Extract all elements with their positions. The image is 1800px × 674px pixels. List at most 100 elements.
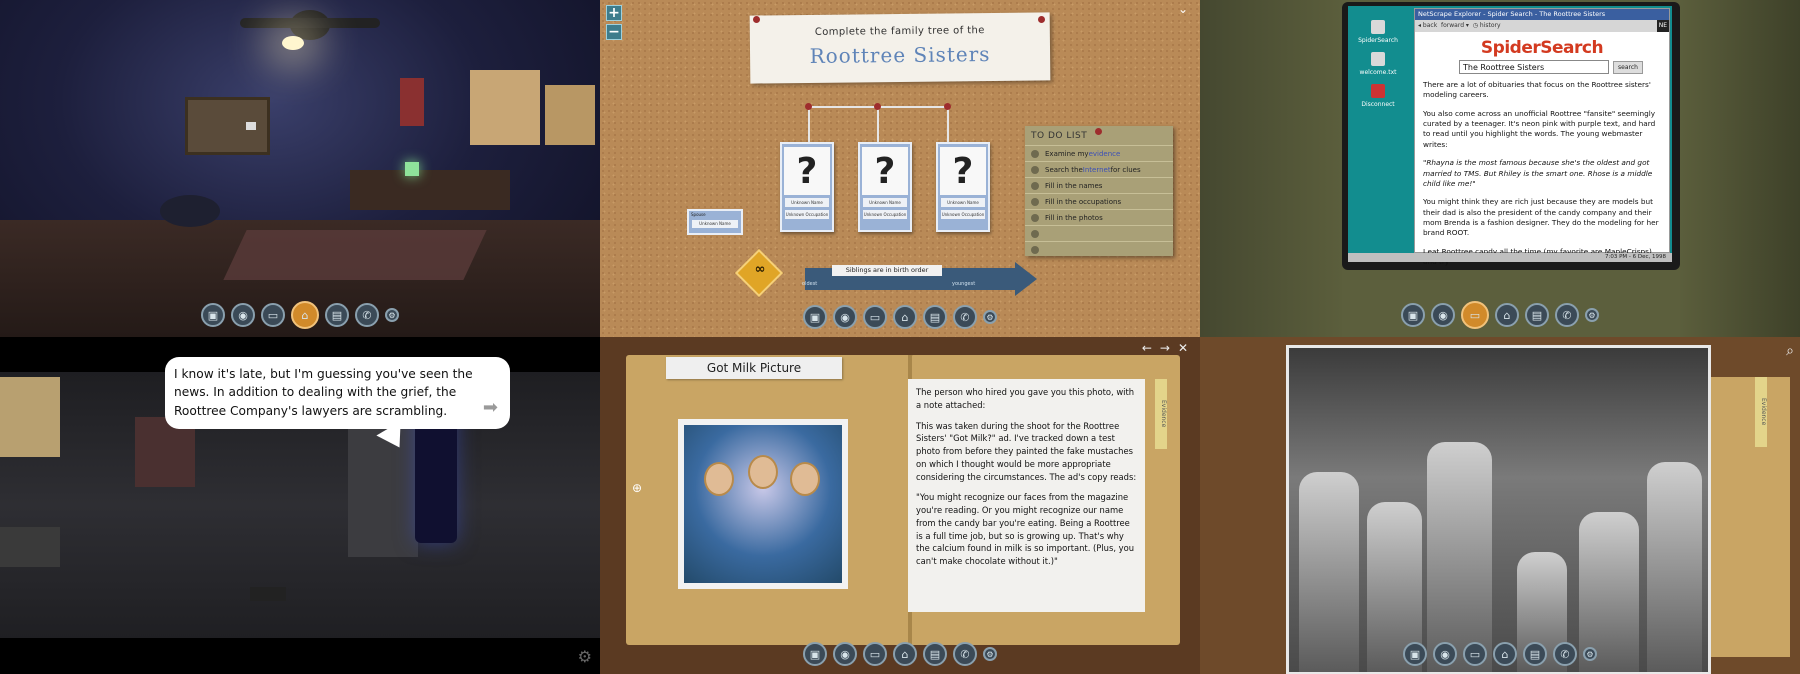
home-icon[interactable]: ⌂	[893, 642, 917, 666]
computer-icon[interactable]: ▭	[863, 642, 887, 666]
bedroom-scene[interactable]: ▣ ◉ ▭ ⌂ ▤ ✆ ⚙	[0, 0, 600, 337]
sibling-card-3[interactable]: ? Unknown Name Unknown Occupation	[936, 142, 990, 232]
sibling-card-1[interactable]: ? Unknown Name Unknown Occupation	[780, 142, 834, 232]
pin-icon	[874, 103, 881, 110]
spidersearch-desktop-icon[interactable]: SpiderSearch	[1353, 20, 1403, 44]
family-tree-board: + − ⌄ Complete the family tree of the Ro…	[600, 0, 1200, 337]
next-arrow-icon[interactable]: ➡	[483, 394, 498, 421]
pin-icon	[1038, 16, 1045, 23]
arrowhead	[1015, 262, 1037, 296]
evidence-icon[interactable]: ◉	[833, 642, 857, 666]
photo-icon[interactable]: ▣	[803, 642, 827, 666]
computer-icon[interactable]: ▭	[261, 303, 285, 327]
spouse-card[interactable]: Spouse Unknown Name	[687, 209, 743, 235]
toolbar: ▣ ◉ ▭ ⌂ ▤ ✆ ⚙	[803, 305, 997, 329]
computer-icon[interactable]: ▭	[1463, 642, 1487, 666]
settings-icon[interactable]: ⚙	[1585, 308, 1599, 322]
name-slot[interactable]: Unknown Name	[941, 198, 985, 207]
zoom-out-button[interactable]: −	[606, 24, 622, 40]
prev-arrow-icon[interactable]: ←	[1142, 341, 1152, 355]
phone-icon[interactable]: ✆	[1555, 303, 1579, 327]
sibling-card-2[interactable]: ? Unknown Name Unknown Occupation	[858, 142, 912, 232]
corkboard[interactable]	[185, 97, 270, 155]
unknown-photo: ?	[940, 147, 986, 195]
occupation-slot[interactable]: Unknown Occupation	[941, 210, 985, 219]
phone-icon[interactable]: ✆	[355, 303, 379, 327]
back-button[interactable]: ◂ back	[1418, 22, 1437, 29]
cabinet	[0, 527, 60, 567]
person	[1299, 472, 1359, 672]
evidence-tab[interactable]: Evidence	[1755, 377, 1767, 447]
occupation-slot[interactable]: Unknown Occupation	[785, 210, 829, 219]
hallway-scene: I know it's late, but I'm guessing you'v…	[0, 337, 600, 674]
gear-icon[interactable]: ⚙	[578, 647, 592, 666]
close-icon[interactable]: ✕	[1178, 341, 1188, 355]
disconnect-icon[interactable]: Disconnect	[1353, 84, 1403, 108]
phone-icon[interactable]: ✆	[953, 642, 977, 666]
notes-icon[interactable]: ▤	[923, 642, 947, 666]
search-button[interactable]: search	[1613, 60, 1643, 74]
photo-icon[interactable]: ▣	[803, 305, 827, 329]
occupation-slot[interactable]: Unknown Occupation	[863, 210, 907, 219]
spouse-name-slot[interactable]: Unknown Name	[692, 220, 738, 228]
phone-icon[interactable]: ✆	[953, 305, 977, 329]
magnify-icon[interactable]: ⊕	[632, 481, 642, 495]
browser-logo: NE	[1656, 20, 1669, 32]
notes-icon[interactable]: ▤	[325, 303, 349, 327]
evidence-icon[interactable]: ◉	[833, 305, 857, 329]
notes-icon[interactable]: ▤	[923, 305, 947, 329]
computer-monitor[interactable]	[405, 162, 419, 176]
checkbox-icon	[1031, 213, 1039, 222]
home-icon[interactable]: ⌂	[893, 305, 917, 329]
file-icon	[1371, 52, 1385, 66]
settings-icon[interactable]: ⚙	[385, 308, 399, 322]
family-photo[interactable]	[1286, 345, 1711, 674]
evidence-photo[interactable]	[678, 419, 848, 589]
phone-icon[interactable]: ✆	[1553, 642, 1577, 666]
rings-icon: ∞	[754, 262, 766, 277]
zoom-in-button[interactable]: +	[606, 5, 622, 21]
corkboard-note	[246, 122, 256, 130]
zoom-icon[interactable]: ⌕	[1786, 343, 1794, 359]
evidence-icon[interactable]: ◉	[1431, 303, 1455, 327]
home-icon[interactable]: ⌂	[1493, 642, 1517, 666]
next-arrow-icon[interactable]: →	[1160, 341, 1170, 355]
evidence-icon[interactable]: ◉	[1433, 642, 1457, 666]
dialog-bubble[interactable]: I know it's late, but I'm guessing you'v…	[165, 357, 510, 429]
person	[1427, 442, 1492, 672]
home-icon[interactable]: ⌂	[291, 301, 319, 329]
history-button[interactable]: ◷ history	[1473, 22, 1501, 29]
notes-icon[interactable]: ▤	[1525, 303, 1549, 327]
evidence-icon[interactable]: ◉	[231, 303, 255, 327]
notes-icon[interactable]: ▤	[1523, 642, 1547, 666]
name-slot[interactable]: Unknown Name	[863, 198, 907, 207]
evidence-tab[interactable]: Evidence	[1155, 379, 1167, 449]
home-icon[interactable]: ⌂	[1495, 303, 1519, 327]
computer-screen: SpiderSearch welcome.txt Disconnect NetS…	[1200, 0, 1800, 337]
wall-poster	[0, 377, 60, 457]
computer-icon[interactable]: ▭	[1461, 301, 1489, 329]
settings-icon[interactable]: ⚙	[1583, 647, 1597, 661]
toolbar: ▣ ◉ ▭ ⌂ ▤ ✆ ⚙	[803, 642, 997, 666]
description-paragraph: "You might recognize our faces from the …	[916, 492, 1135, 567]
name-slot[interactable]: Unknown Name	[785, 198, 829, 207]
photo-icon[interactable]: ▣	[1403, 642, 1427, 666]
welcome-file-icon[interactable]: welcome.txt	[1353, 52, 1403, 76]
browser-nav-bar: ◂ back forward ▾ ◷ history NE	[1415, 20, 1669, 32]
search-form: The Roottree Sisters search	[1459, 60, 1669, 74]
bean-bag	[160, 195, 220, 227]
browser-window: NetScrape Explorer - Spider Search - The…	[1414, 8, 1670, 266]
collapse-icon[interactable]: ⌄	[1178, 2, 1188, 16]
todo-title: TO DO LIST	[1031, 131, 1088, 141]
photo-icon[interactable]: ▣	[201, 303, 225, 327]
search-input[interactable]: The Roottree Sisters	[1459, 60, 1609, 74]
letterbox-bottom	[0, 638, 600, 674]
todo-item: Fill in the occupations	[1025, 193, 1173, 209]
photo-icon[interactable]: ▣	[1401, 303, 1425, 327]
game-grid: ▣ ◉ ▭ ⌂ ▤ ✆ ⚙ + − ⌄ Complete the family …	[0, 0, 1800, 674]
forward-button[interactable]: forward ▾	[1441, 22, 1469, 29]
todo-item	[1025, 241, 1173, 257]
settings-icon[interactable]: ⚙	[983, 310, 997, 324]
settings-icon[interactable]: ⚙	[983, 647, 997, 661]
computer-icon[interactable]: ▭	[863, 305, 887, 329]
